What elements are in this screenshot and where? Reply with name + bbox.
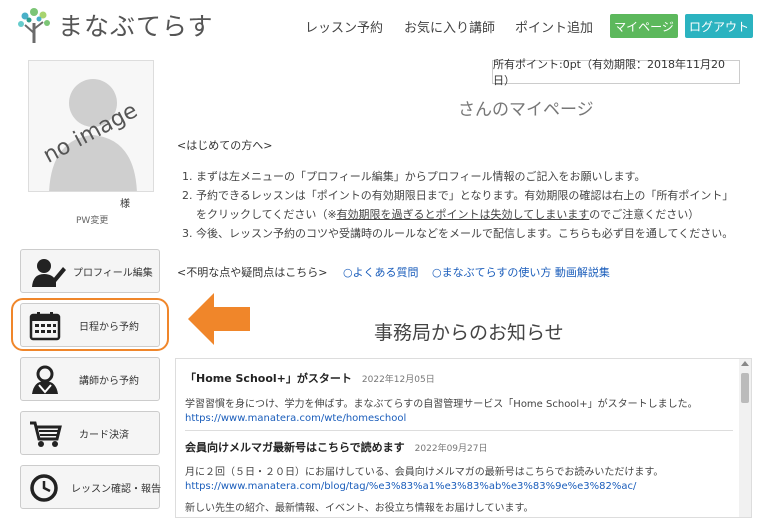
news-item-title: 会員向けメルマガ最新号はこちらで読めます 2022年09月27日 [185,439,487,455]
arrow-left-icon [188,293,250,345]
questions-heading: <不明な点や疑問点はこちら> [177,266,328,279]
tree-logo-icon [18,8,50,43]
news-body-2: 新しい先生の紹介、最新情報、イベント、お役立ち情報をお届けしています。 [185,503,534,514]
news-body: 学習習慣を身につけ、学力を伸ばす。まなぶてらすの自習管理サービス「Home Sc… [185,399,698,410]
clock-icon [30,474,58,502]
sidebar-item-teacher-reserve[interactable]: 講師から予約 [20,357,160,401]
news-section-title: 事務局からのお知らせ [374,322,564,344]
news-list[interactable]: 「Home School+」がスタート 2022年12月05日 学習習慣を身につけ… [175,358,752,518]
logout-button[interactable]: ログアウト [685,14,753,38]
divider [185,430,733,431]
scrollbar-thumb[interactable] [741,373,749,403]
sidebar-item-card-payment[interactable]: カード決済 [20,411,160,455]
nav-add-points[interactable]: ポイント追加 [515,17,593,36]
teacher-icon [32,365,58,394]
profile-image: no image [28,60,154,192]
page-title: さんのマイページ [458,100,594,120]
highlight-outline [11,298,169,351]
faq-link[interactable]: ○よくある質問 [343,266,419,279]
news-date: 2022年12月05日 [361,375,435,385]
news-link[interactable]: https://www.manatera.com/wte/homeschool [185,413,406,424]
sidebar-item-profile-edit[interactable]: プロフィール編集 [20,249,160,293]
sidebar-item-label: レッスン確認・報告 [71,483,161,495]
mypage-button[interactable]: マイページ [610,14,678,38]
questions-row: <不明な点や疑問点はこちら> ○よくある質問 ○まなぶてらすの使い方 動画解説集 [177,264,610,280]
honorific: 様 [120,199,130,210]
expiry-warning: 有効期限を過ぎるとポイントは失効してしまいます [336,208,590,221]
instruction-2-tail: のでご注意ください） [589,208,700,221]
news-link[interactable]: https://www.manatera.com/blog/tag/%e3%83… [185,481,636,492]
guide-video-link[interactable]: ○まなぶてらすの使い方 動画解説集 [432,266,610,279]
pw-change-link[interactable]: PW変更 [76,213,108,226]
instruction-1: 1. まずは左メニューの「プロフィール編集」からプロフィール情報のご記入をお願い… [182,170,646,183]
news-title: 会員向けメルマガ最新号はこちらで読めます [185,441,405,454]
sidebar-item-label: カード決済 [79,429,129,441]
sidebar-item-lesson-report[interactable]: レッスン確認・報告 [20,465,161,509]
logo[interactable]: まなぶてらす [16,5,221,45]
instruction-3: 3. 今後、レッスン予約のコツや受講時のルールなどをメールで配信します。こちらも… [182,227,734,240]
user-edit-icon [32,259,66,287]
sidebar-item-label: 講師から予約 [79,375,139,387]
user-name [36,192,116,206]
instruction-2-text: をクリックしてください（※ [196,208,337,221]
logo-text: まなぶてらす [58,12,214,41]
news-scrollbar[interactable] [739,359,751,517]
points-status[interactable]: 所有ポイント:0pt（有効期限：2018年11月20日） [492,58,740,87]
news-title: 「Home School+」がスタート [185,372,352,385]
nav-favorite-teachers[interactable]: お気に入り講師 [404,17,495,36]
news-body: 月に２回（５日・２０日）にお届けしている、会員向けメルマガの最新号はこちらでお読… [185,467,664,478]
scroll-up-arrow-icon[interactable] [741,361,749,366]
instruction-2: 2. 予約できるレッスンは「ポイントの有効期限日まで」となります。有効期限の確認… [182,189,734,202]
first-time-heading: <はじめての方へ> [177,139,273,152]
cart-icon [30,421,62,447]
news-date: 2022年09月27日 [414,444,488,454]
news-item-title: 「Home School+」がスタート 2022年12月05日 [185,370,435,386]
sidebar-item-label: プロフィール編集 [73,267,153,279]
instruction-2-cont: をクリックしてください（※有効期限を過ぎるとポイントは失効してしまいますのでご注… [196,206,699,222]
nav-lesson-reservation[interactable]: レッスン予約 [305,17,383,36]
